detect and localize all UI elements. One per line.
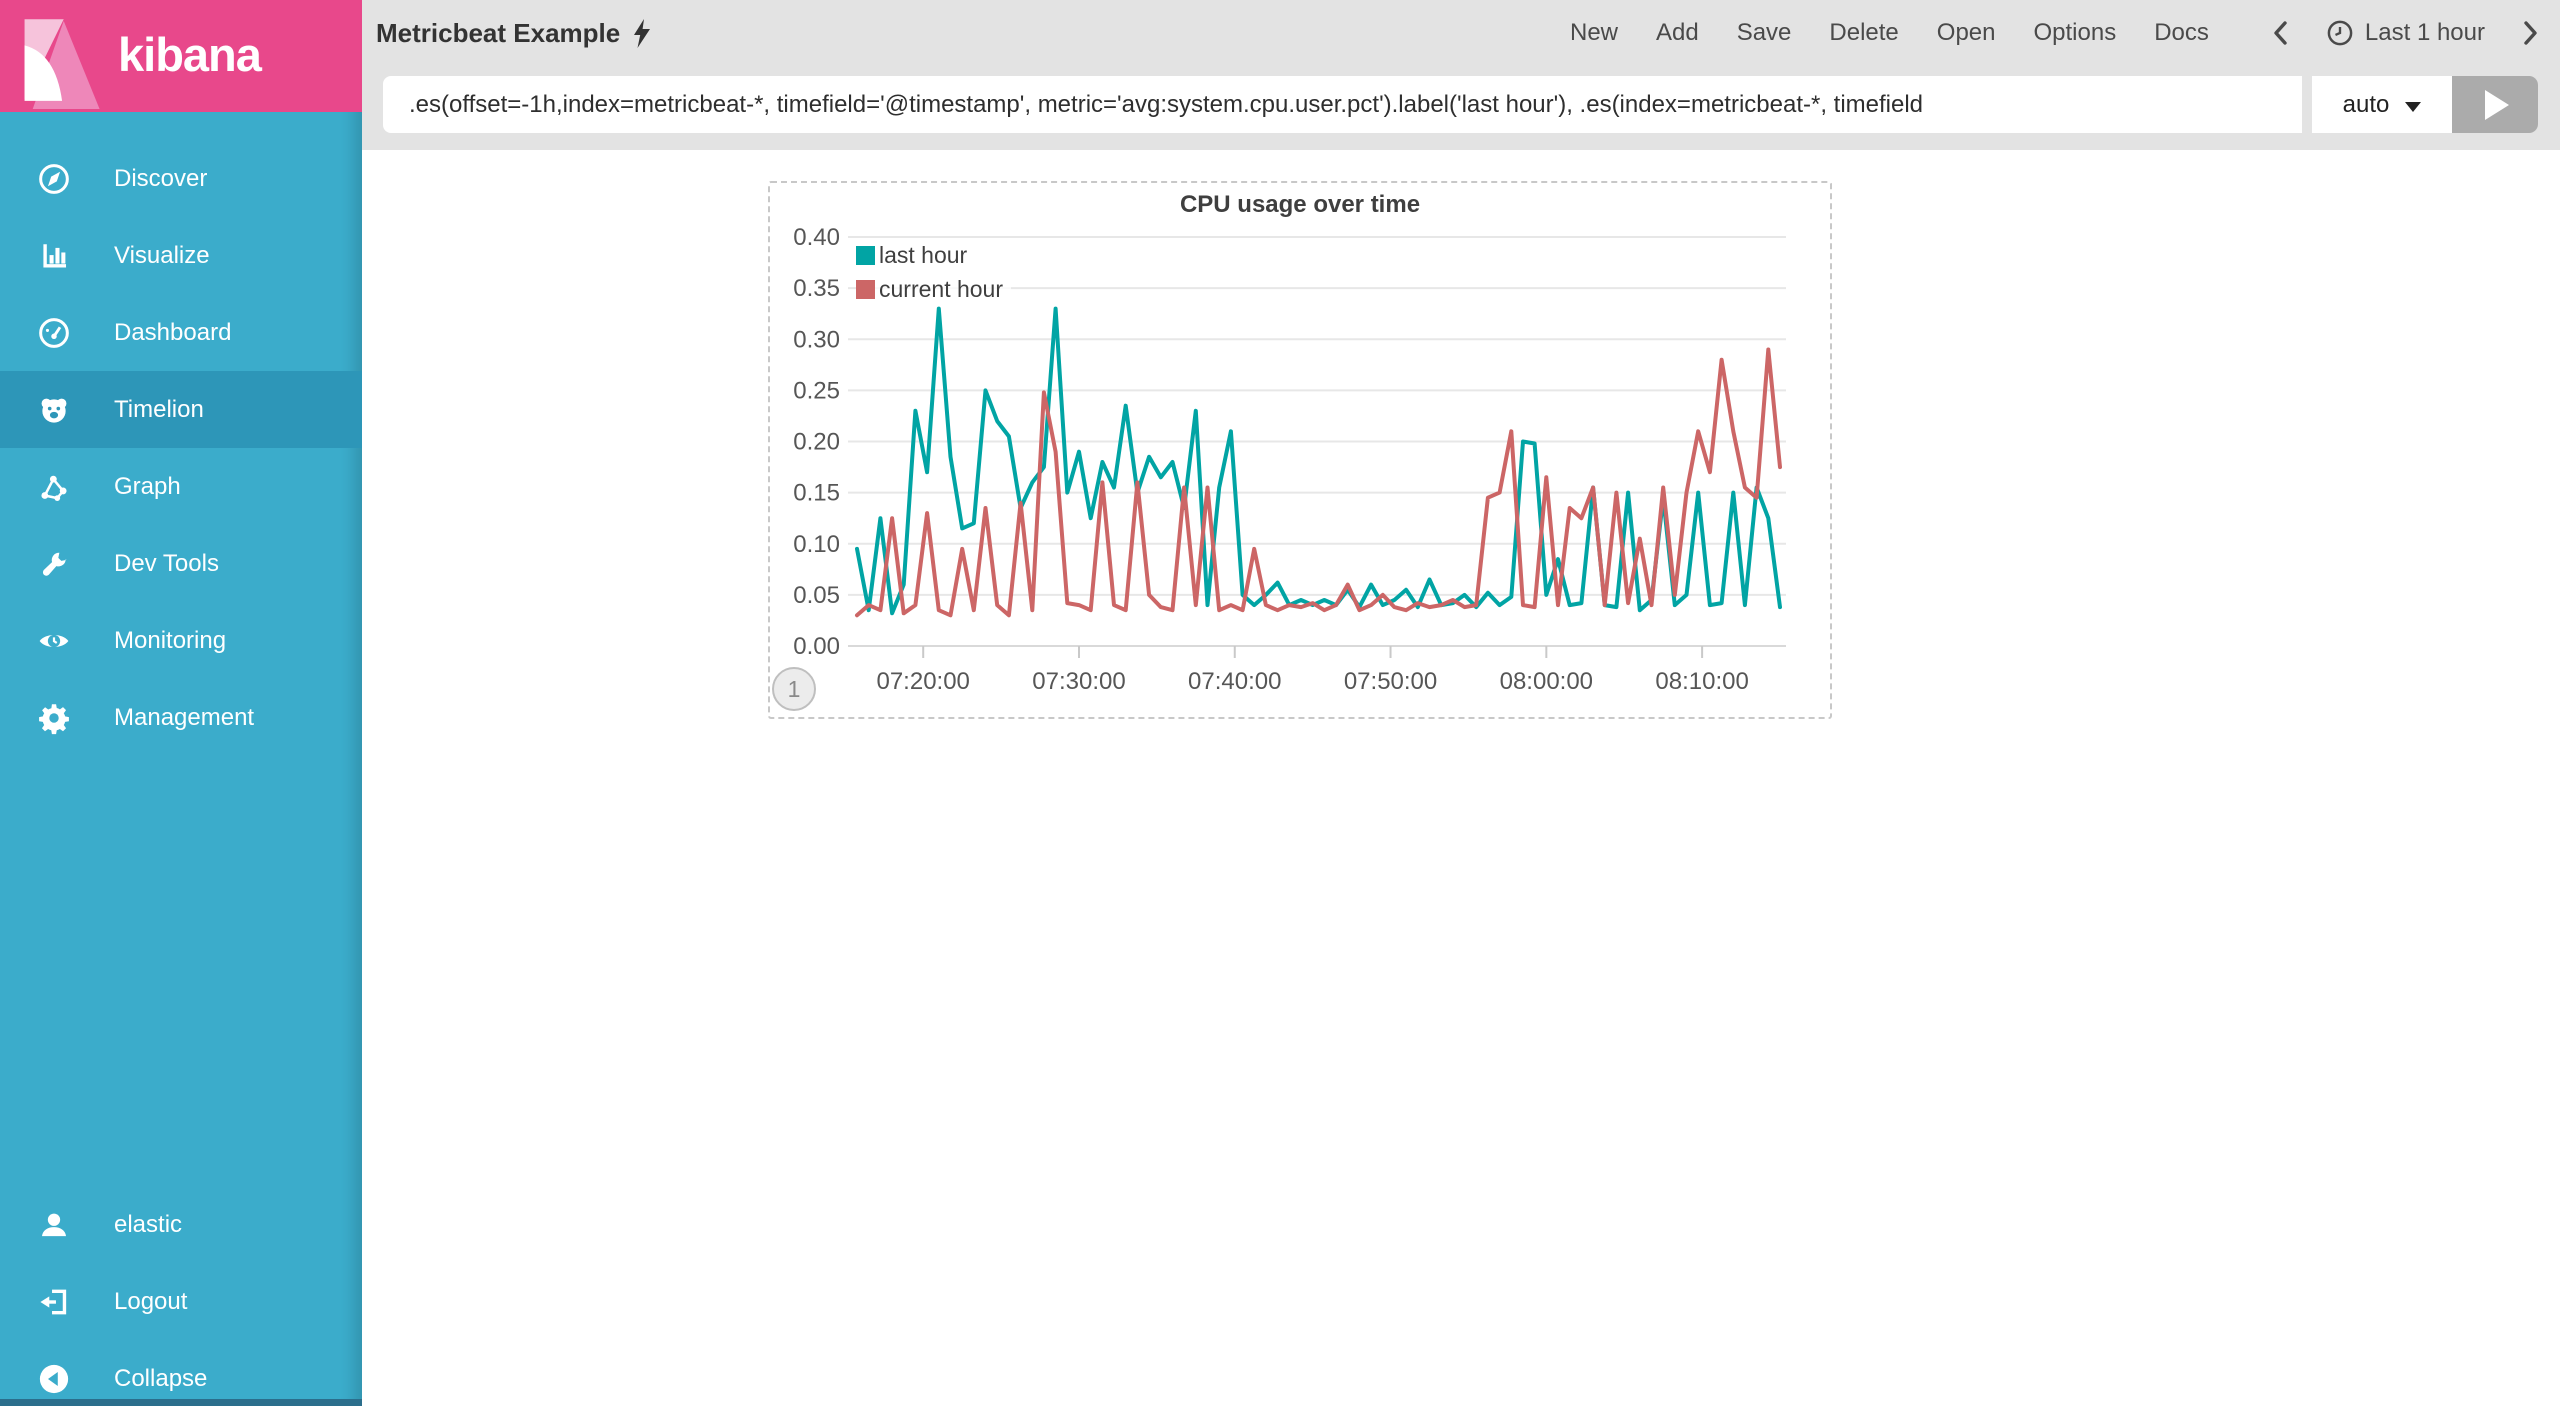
- bar-chart-icon: [36, 238, 72, 274]
- svg-text:0.30: 0.30: [793, 326, 840, 353]
- legend-item-last-hour[interactable]: last hour: [856, 239, 975, 272]
- sidebar-item-visualize[interactable]: Visualize: [0, 217, 362, 294]
- eye-icon: [36, 623, 72, 659]
- svg-text:0.25: 0.25: [793, 377, 840, 404]
- sidebar-bottom-strip: [0, 1399, 362, 1406]
- menu-open[interactable]: Open: [1937, 19, 1996, 47]
- run-query-button[interactable]: [2452, 76, 2538, 133]
- menu-docs[interactable]: Docs: [2154, 19, 2209, 47]
- sidebar-item-label: Monitoring: [114, 627, 226, 655]
- chart-legend: last hour current hour: [856, 239, 1011, 307]
- sidebar-item-label: elastic: [114, 1211, 182, 1239]
- timelion-bear-icon: [36, 392, 72, 428]
- topbar-row: Metricbeat Example New Add Save Delete O…: [362, 0, 2560, 66]
- sheet-page-badge[interactable]: 1: [772, 667, 816, 711]
- sidebar-item-dashboard[interactable]: Dashboard: [0, 294, 362, 371]
- svg-text:08:10:00: 08:10:00: [1655, 668, 1748, 695]
- sidebar-item-label: Management: [114, 704, 254, 732]
- compass-icon: [36, 161, 72, 197]
- sidebar-item-discover[interactable]: Discover: [0, 140, 362, 217]
- timelion-query-bar: auto: [383, 76, 2538, 133]
- chevron-right-icon: [2523, 20, 2538, 46]
- svg-text:0.10: 0.10: [793, 531, 840, 558]
- menu-save[interactable]: Save: [1737, 19, 1792, 47]
- sidebar-item-label: Visualize: [114, 242, 210, 270]
- topbar: Metricbeat Example New Add Save Delete O…: [362, 0, 2560, 150]
- svg-text:0.15: 0.15: [793, 480, 840, 507]
- time-forward-button[interactable]: [2523, 20, 2538, 46]
- time-back-button[interactable]: [2273, 20, 2288, 46]
- play-icon: [2485, 90, 2509, 120]
- sidebar-item-graph[interactable]: Graph: [0, 448, 362, 525]
- svg-text:07:50:00: 07:50:00: [1344, 668, 1437, 695]
- sidebar-item-timelion[interactable]: Timelion: [0, 371, 362, 448]
- sidebar-item-label: Dev Tools: [114, 550, 219, 578]
- gauge-icon: [36, 315, 72, 351]
- sidebar-item-label: Logout: [114, 1288, 187, 1316]
- network-icon: [36, 469, 72, 505]
- sidebar-item-label: Collapse: [114, 1365, 207, 1393]
- topbar-menu: New Add Save Delete Open Options Docs La…: [1570, 19, 2538, 47]
- page-title: Metricbeat Example: [376, 18, 620, 49]
- svg-text:0.35: 0.35: [793, 275, 840, 302]
- time-picker[interactable]: Last 1 hour: [2326, 19, 2485, 47]
- sidebar-item-label: Dashboard: [114, 319, 231, 347]
- gear-icon: [36, 700, 72, 736]
- svg-text:0.00: 0.00: [793, 633, 840, 660]
- sidebar-item-label: Timelion: [114, 396, 204, 424]
- legend-swatch-teal: [856, 246, 875, 265]
- user-icon: [36, 1207, 72, 1243]
- time-range-label: Last 1 hour: [2365, 19, 2485, 47]
- lightning-bolt-icon: [632, 19, 652, 49]
- logout-icon: [36, 1284, 72, 1320]
- kibana-wordmark: kibana: [118, 27, 261, 82]
- timelion-chart-panel[interactable]: CPU usage over time 0.000.050.100.150.20…: [768, 181, 1832, 719]
- sidebar-item-user-elastic[interactable]: elastic: [0, 1186, 362, 1263]
- chevron-left-icon: [2273, 20, 2288, 46]
- timelion-expression-input[interactable]: [383, 76, 2302, 133]
- svg-text:07:20:00: 07:20:00: [876, 668, 969, 695]
- svg-text:07:30:00: 07:30:00: [1032, 668, 1125, 695]
- menu-add[interactable]: Add: [1656, 19, 1699, 47]
- sidebar-footer: elastic Logout Collapse: [0, 1186, 362, 1417]
- sidebar-item-label: Graph: [114, 473, 181, 501]
- legend-swatch-red: [856, 280, 875, 299]
- sidebar-item-management[interactable]: Management: [0, 679, 362, 756]
- svg-text:07:40:00: 07:40:00: [1188, 668, 1281, 695]
- caret-down-icon: [2405, 102, 2421, 112]
- sidebar-item-monitoring[interactable]: Monitoring: [0, 602, 362, 679]
- menu-options[interactable]: Options: [2034, 19, 2117, 47]
- svg-text:0.05: 0.05: [793, 582, 840, 609]
- sheet-title: Metricbeat Example: [376, 17, 652, 49]
- wrench-icon: [36, 546, 72, 582]
- sidebar: kibana Discover Visualize Dashboard Time…: [0, 0, 362, 1406]
- legend-item-current-hour[interactable]: current hour: [856, 273, 1011, 306]
- svg-text:08:00:00: 08:00:00: [1500, 668, 1593, 695]
- clock-icon: [2326, 19, 2354, 47]
- main-content: Metricbeat Example New Add Save Delete O…: [362, 0, 2560, 1406]
- menu-delete[interactable]: Delete: [1829, 19, 1898, 47]
- sidebar-item-dev-tools[interactable]: Dev Tools: [0, 525, 362, 602]
- svg-text:0.20: 0.20: [793, 429, 840, 456]
- kibana-logo[interactable]: kibana: [0, 0, 362, 112]
- sidebar-item-label: Discover: [114, 165, 207, 193]
- svg-text:0.40: 0.40: [793, 224, 840, 251]
- sidebar-nav: Discover Visualize Dashboard Timelion Gr…: [0, 140, 362, 756]
- interval-value: auto: [2343, 91, 2390, 119]
- interval-select[interactable]: auto: [2312, 76, 2452, 133]
- menu-new[interactable]: New: [1570, 19, 1618, 47]
- sidebar-item-logout[interactable]: Logout: [0, 1263, 362, 1340]
- collapse-circle-icon: [36, 1361, 72, 1397]
- kibana-logo-icon: [12, 3, 104, 109]
